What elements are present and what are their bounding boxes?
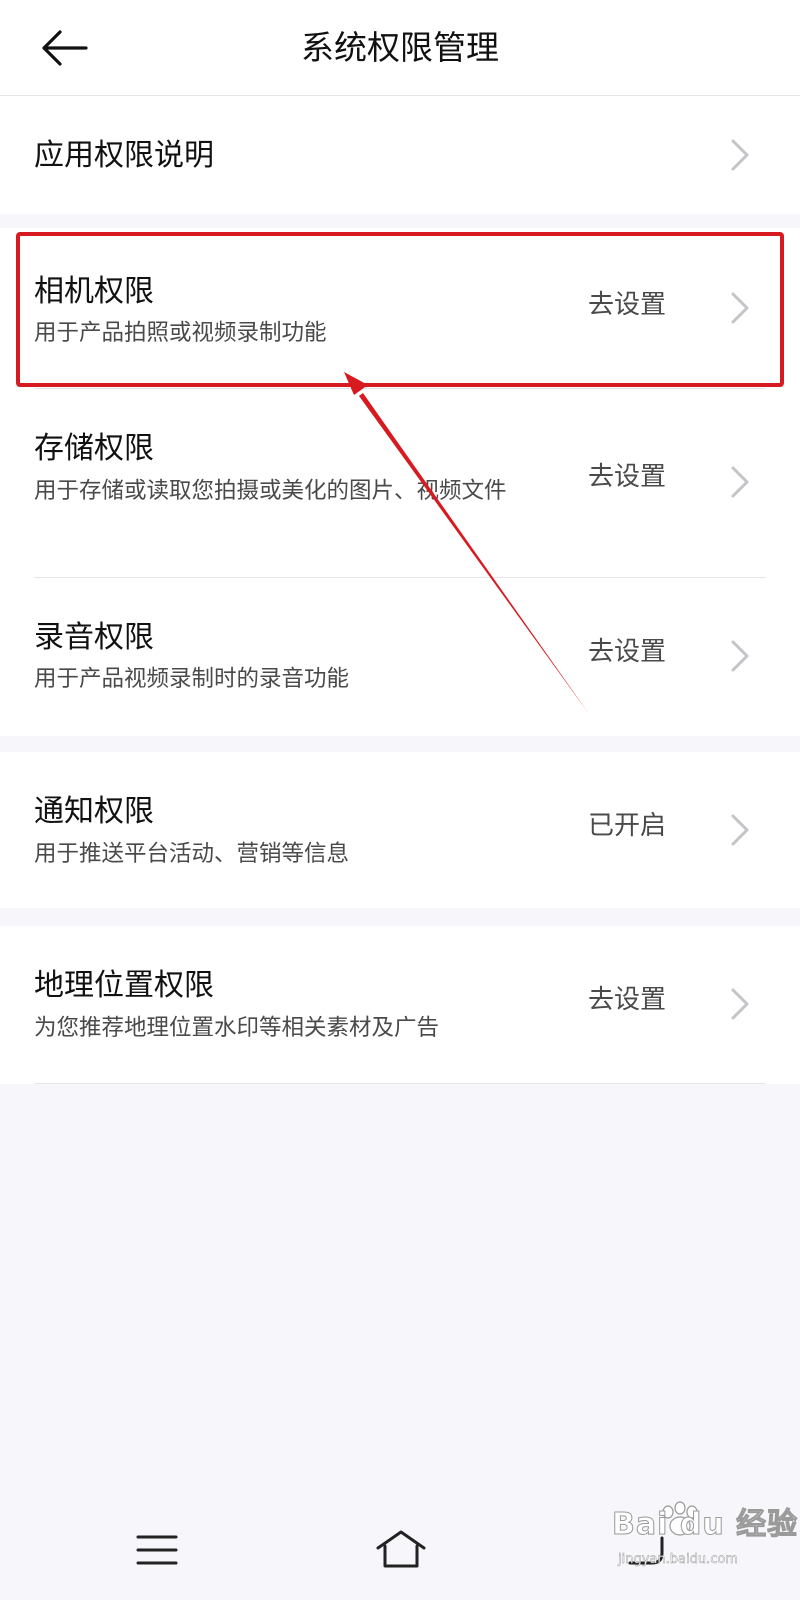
row-description: 为您推荐地理位置水印等相关素材及广告 [34,1015,440,1041]
row-title: 存储权限 [34,431,154,466]
row-location-permission[interactable]: 地理位置权限 为您推荐地理位置水印等相关素材及广告 去设置 [0,926,800,1083]
nav-home-button[interactable] [366,1520,436,1580]
chevron-right-icon [731,814,749,846]
row-title: 应用权限说明 [34,138,214,173]
home-icon [376,1530,426,1568]
chevron-right-icon [731,292,749,324]
title-bar: 系统权限管理 [0,0,800,96]
arrow-left-icon [42,30,88,66]
nav-back-button[interactable] [610,1520,680,1580]
row-description: 用于产品拍照或视频录制功能 [34,320,327,346]
row-description: 用于存储或读取您拍摄或美化的图片、视频文件 [34,478,507,504]
chevron-right-icon [731,640,749,672]
row-status: 去设置 [588,637,667,667]
section-notification: 通知权限 用于推送平台活动、营销等信息 已开启 [0,752,800,908]
divider [34,1083,766,1084]
menu-icon [136,1535,178,1565]
chevron-right-icon [731,988,749,1020]
back-button[interactable] [34,24,94,72]
row-app-permission-info[interactable]: 应用权限说明 [0,96,800,214]
nav-menu-button[interactable] [122,1520,192,1580]
row-title: 地理位置权限 [34,968,214,1003]
section-location: 地理位置权限 为您推荐地理位置水印等相关素材及广告 去设置 [0,926,800,1084]
page-title: 系统权限管理 [301,28,499,67]
system-nav-bar [0,1500,800,1600]
row-status: 已开启 [588,811,667,841]
row-title: 通知权限 [34,794,154,829]
row-description: 用于推送平台活动、营销等信息 [34,841,350,867]
back-icon [628,1536,664,1565]
row-status: 去设置 [588,462,667,492]
section-media-permissions: 相机权限 用于产品拍照或视频录制功能 去设置 存储权限 用于存储或读取您拍摄或美… [0,228,800,736]
row-storage-permission[interactable]: 存储权限 用于存储或读取您拍摄或美化的图片、视频文件 去设置 [0,389,800,577]
row-camera-permission[interactable]: 相机权限 用于产品拍照或视频录制功能 去设置 [0,228,800,385]
row-title: 录音权限 [34,620,154,655]
row-status: 去设置 [588,985,667,1015]
row-description: 用于产品视频录制时的录音功能 [34,666,350,692]
chevron-right-icon [731,139,749,171]
chevron-right-icon [731,466,749,498]
row-audio-permission[interactable]: 录音权限 用于产品视频录制时的录音功能 去设置 [0,578,800,736]
row-title: 相机权限 [34,274,154,309]
row-status: 去设置 [588,290,667,320]
section-app-permission-info: 应用权限说明 [0,96,800,214]
row-notification-permission[interactable]: 通知权限 用于推送平台活动、营销等信息 已开启 [0,752,800,908]
